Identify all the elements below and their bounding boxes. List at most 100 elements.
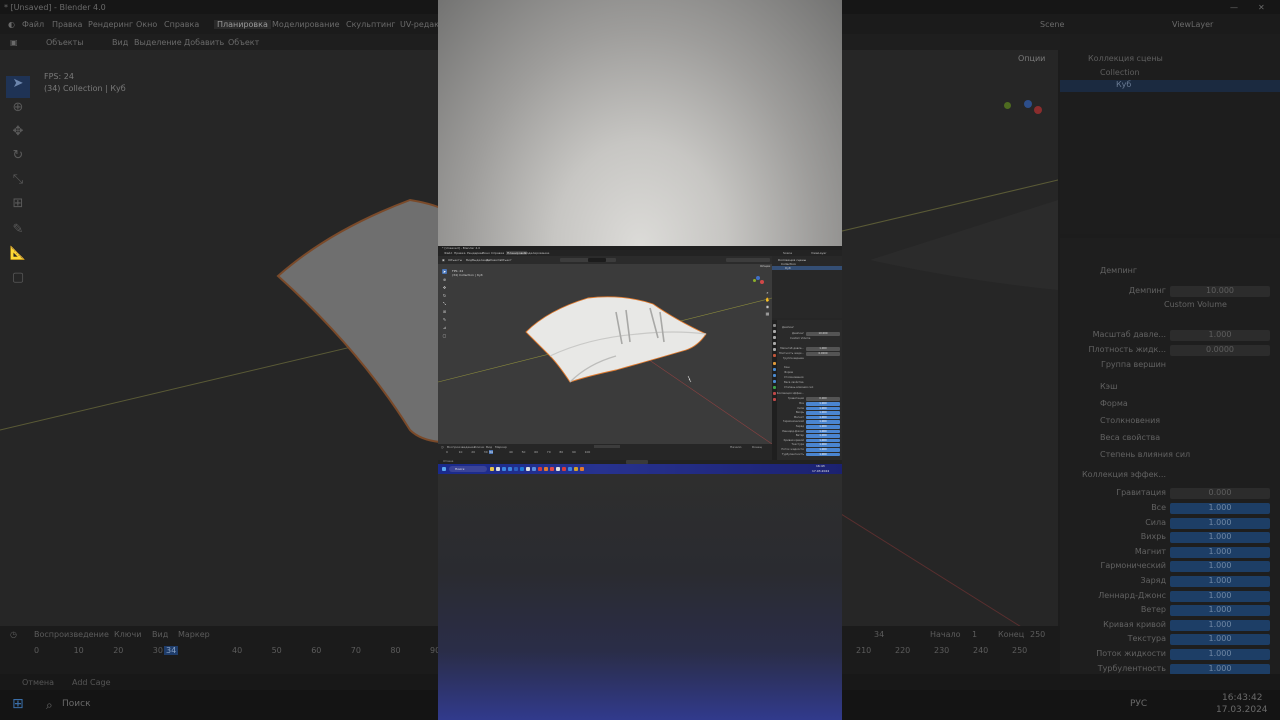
close-icon[interactable]: ✕ (1258, 3, 1265, 12)
inner-field-weight-row[interactable]: Текстура 1.000 (776, 443, 840, 447)
bg-prop-row[interactable]: Плотность жидк... 0.0000 (1084, 345, 1270, 357)
inner-taskbar-app-icon[interactable] (538, 467, 542, 471)
bg-gravity-row[interactable]: Гравитация 0.000 (1084, 488, 1270, 500)
bg-field-weight-row[interactable]: Все 1.000 (1084, 503, 1270, 515)
scene-selector[interactable]: Scene (1040, 20, 1064, 29)
inner-taskbar-app-icon[interactable] (532, 467, 536, 471)
bg-start-value[interactable]: 1 (972, 630, 977, 639)
bg-annotate-tool-icon[interactable]: ✎ (6, 222, 30, 244)
menu-render[interactable]: Рендеринг (88, 20, 133, 29)
bg-prop-row[interactable]: Демпинг 10.000 (1084, 286, 1270, 298)
menu-edit[interactable]: Правка (52, 20, 82, 29)
tab-sculpting[interactable]: Скульптинг (346, 20, 396, 29)
inner-taskbar-blender-icon[interactable] (580, 467, 584, 471)
bg-add-cube-tool-icon[interactable]: ▢ (6, 270, 30, 292)
inner-taskbar-time[interactable]: 16:43 (816, 464, 825, 468)
inner-menu-help[interactable]: Справка (491, 251, 504, 255)
menu-select[interactable]: Выделение (134, 38, 182, 47)
inner-taskbar-search[interactable]: Поиск (449, 466, 487, 472)
minimize-icon[interactable]: — (1230, 3, 1238, 12)
inner-field-weight-row[interactable]: Все 1.000 (776, 402, 840, 406)
bg-prop-row[interactable]: Группа вершин (1084, 360, 1270, 372)
inner-taskbar-app-icon[interactable] (568, 467, 572, 471)
inner-timeline-keys[interactable]: Ключи (474, 445, 484, 449)
bg-effector-collection[interactable]: Коллекция эффек... (1082, 470, 1270, 482)
inner-annotate-tool-icon[interactable]: ✎ (442, 317, 447, 322)
inner-section[interactable]: Веса свойства (776, 381, 840, 385)
bg-outliner-scene-collection[interactable]: Коллекция сцены (1088, 54, 1163, 63)
bg-gizmo-x-icon[interactable] (1034, 106, 1042, 114)
bg-field-weight-row[interactable]: Текстура 1.000 (1084, 634, 1270, 646)
bg-options-button[interactable]: Опции (1018, 54, 1045, 63)
inner-field-weight-row[interactable]: Гармонический 1.000 (776, 420, 840, 424)
bg-current-frame[interactable]: 34 (874, 630, 884, 639)
tab-modeling[interactable]: Моделирование (272, 20, 340, 29)
inner-tab-modeling[interactable]: Моделирование (524, 251, 549, 255)
bg-transform-tool-icon[interactable]: ⊞ (6, 196, 30, 218)
inner-pan-icon[interactable]: ✋ (765, 297, 770, 302)
inner-grid-icon[interactable]: ▦ (765, 311, 770, 316)
bg-windows-start-icon[interactable]: ⊞ (12, 696, 24, 712)
inner-field-weight-row[interactable]: Заряд 1.000 (776, 425, 840, 429)
bg-field-weight-row[interactable]: Заряд 1.000 (1084, 576, 1270, 588)
bg-field-weight-row[interactable]: Ветер 1.000 (1084, 605, 1270, 617)
inner-menu-object[interactable]: Объект (500, 258, 512, 262)
bg-section[interactable]: Степень влияния сил (1084, 450, 1270, 462)
inner-editor-icon[interactable]: ▣ (442, 258, 445, 262)
bg-timeline-view[interactable]: Вид (152, 630, 168, 639)
inner-field-weight-row[interactable]: Ветер 1.000 (776, 434, 840, 438)
inner-effector-collection[interactable]: Коллекция эффек... (776, 392, 840, 396)
bg-measure-tool-icon[interactable]: 📐 (6, 246, 30, 268)
view-layer-selector[interactable]: ViewLayer (1172, 20, 1213, 29)
inner-taskbar-date[interactable]: 17.03.2024 (812, 469, 829, 473)
inner-taskbar-app-icon[interactable] (496, 467, 500, 471)
inner-field-weight-row[interactable]: Поток жидкости 1.000 (776, 448, 840, 452)
bg-taskbar-lang[interactable]: РУС (1130, 699, 1147, 709)
inner-field-weight-row[interactable]: Вихрь 1.000 (776, 411, 840, 415)
bg-timeline-marker[interactable]: Маркер (178, 630, 210, 639)
inner-field-weight-row[interactable]: Турбулентность 1.000 (776, 452, 840, 457)
inner-zoom-icon[interactable]: ⌕ (765, 290, 770, 295)
inner-section[interactable]: Форма (776, 371, 840, 375)
bg-section[interactable]: Кэш (1084, 382, 1270, 394)
bg-timeline-keys[interactable]: Ключи (114, 630, 141, 639)
inner-windows-start-icon[interactable] (442, 467, 446, 471)
inner-taskbar-app-icon[interactable] (502, 467, 506, 471)
inner-move-tool-icon[interactable]: ✥ (442, 285, 447, 290)
bg-section[interactable]: Столкновения (1084, 416, 1270, 428)
inner-gizmo-z-icon[interactable] (756, 276, 760, 280)
editor-type-icon[interactable]: ▣ (10, 38, 18, 47)
inner-outliner-object[interactable]: Куб (772, 266, 842, 270)
bg-field-weight-row[interactable]: Вихрь 1.000 (1084, 532, 1270, 544)
inner-3d-viewport[interactable]: FPS: 24 (34) Collection | Куб Опции ➤ ⊕ … (438, 264, 772, 444)
bg-taskbar-time[interactable]: 16:43:42 (1222, 693, 1262, 703)
blender-logo-icon[interactable]: ◐ (8, 20, 15, 29)
inner-playback-controls[interactable] (594, 445, 620, 448)
menu-window[interactable]: Окно (136, 20, 157, 29)
bg-outliner-object[interactable]: Куб (1060, 80, 1280, 92)
bg-field-weight-row[interactable]: Леннард-Джонс 1.000 (1084, 590, 1270, 603)
bg-search-icon[interactable]: ⌕ (46, 698, 53, 713)
bg-custom-volume[interactable]: Custom Volume (1084, 300, 1270, 312)
menu-file[interactable]: Файл (22, 20, 44, 29)
inner-taskbar-app-icon[interactable] (520, 467, 524, 471)
inner-taskbar-app-icon[interactable] (544, 467, 548, 471)
inner-cursor-tool-icon[interactable]: ⊕ (442, 277, 447, 282)
inner-menu-edit[interactable]: Правка (454, 251, 465, 255)
inner-rotate-tool-icon[interactable]: ↻ (442, 293, 447, 298)
inner-camera-icon[interactable]: ◉ (765, 304, 770, 309)
inner-taskbar-app-icon[interactable] (526, 467, 530, 471)
inner-field-weight-row[interactable]: Леннард-Джонс 1.000 (776, 429, 840, 434)
menu-object[interactable]: Объект (228, 38, 259, 47)
inner-field-weight-row[interactable]: Сила 1.000 (776, 406, 840, 411)
inner-scale-tool-icon[interactable]: ⤡ (442, 301, 447, 306)
inner-section[interactable]: Кэш (776, 366, 840, 370)
bg-field-weight-row[interactable]: Гармонический 1.000 (1084, 561, 1270, 573)
bg-field-weight-row[interactable]: Кривая кривой 1.000 (1084, 619, 1270, 632)
bg-timeline-editor-icon[interactable]: ◷ (10, 630, 17, 639)
bg-field-weight-row[interactable]: Поток жидкости 1.000 (1084, 649, 1270, 661)
inner-transform-tool-icon[interactable]: ⊞ (442, 309, 447, 314)
inner-gizmo-y-icon[interactable] (753, 279, 756, 282)
bg-field-weight-row[interactable]: Сила 1.000 (1084, 517, 1270, 530)
inner-snap-field[interactable] (588, 258, 606, 262)
